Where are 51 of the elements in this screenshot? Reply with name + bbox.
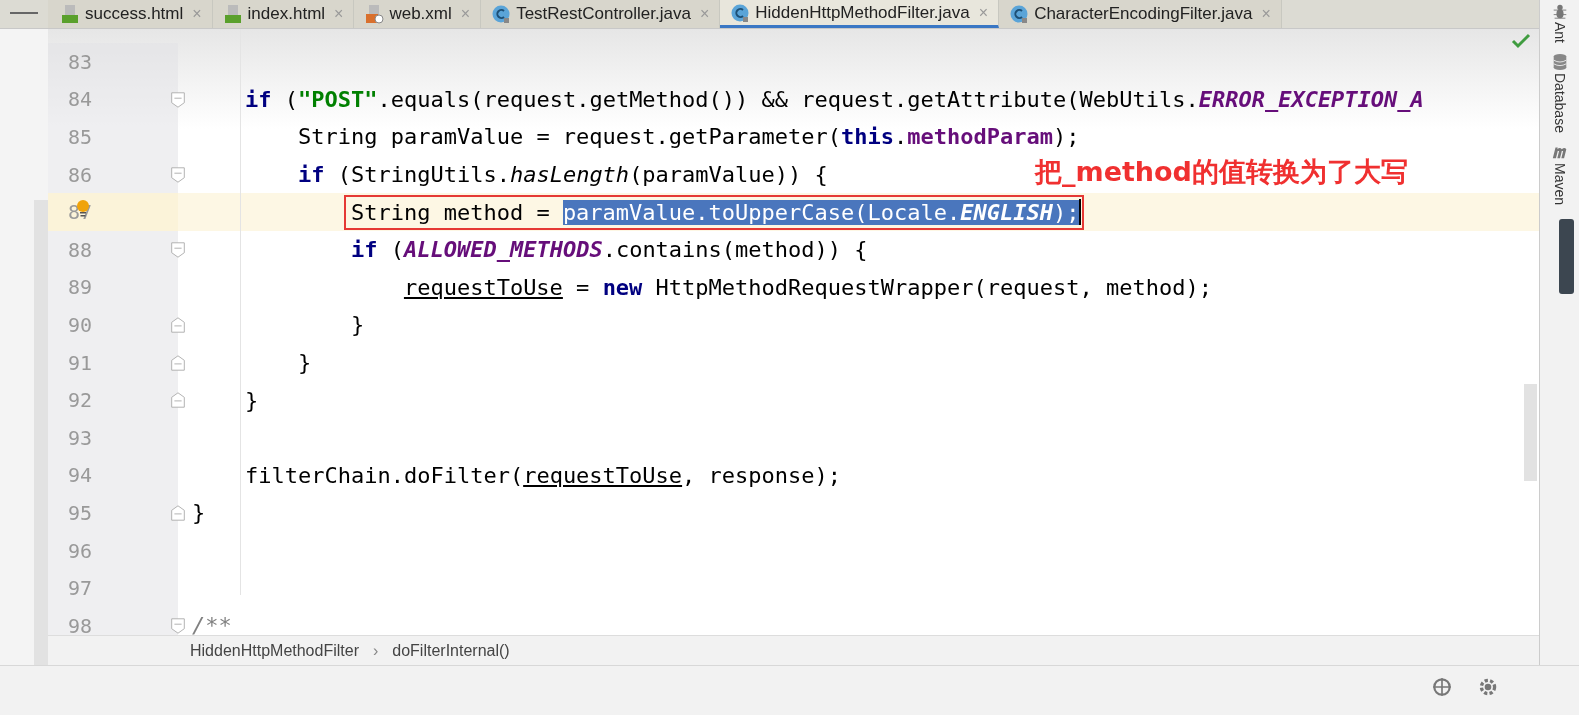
line-number: 86	[48, 155, 178, 194]
line-number: 88	[48, 230, 178, 269]
line-number: 94	[48, 456, 178, 495]
code-line: /**	[192, 613, 232, 635]
tool-window-button[interactable]: Maven	[1550, 142, 1569, 205]
breadcrumb-separator: ›	[372, 641, 379, 660]
editor-tab[interactable]: TestRestController.java ×	[481, 0, 721, 28]
line-number: 91	[48, 343, 178, 382]
tool-window-button[interactable]: Database	[1550, 53, 1569, 133]
editor-tab[interactable]: success.html ×	[48, 0, 213, 28]
tool-window-button[interactable]: Ant	[1550, 2, 1569, 43]
editor-tab[interactable]: CharacterEncodingFilter.java ×	[999, 0, 1282, 28]
breadcrumb-item[interactable]: doFilterInternal()	[392, 641, 510, 660]
code-line: }	[245, 387, 259, 413]
class-file-icon	[1009, 4, 1030, 24]
line-number: 85	[48, 118, 178, 156]
line-number: 83	[48, 43, 178, 81]
code-line: String method = paramValue.toUpperCase(Locale.ENGLISH);	[350, 199, 1080, 225]
breadcrumb-item[interactable]: HiddenHttpMethodFilter	[190, 641, 359, 660]
xml-file-icon	[364, 4, 385, 24]
editor-tab[interactable]: index.html ×	[212, 0, 355, 28]
checkmark-icon	[1511, 31, 1531, 51]
line-number: 96	[48, 531, 178, 570]
code-line: String paramValue = request.getParameter(this.methodParam);	[297, 124, 1080, 150]
code-line: if ("POST".equals(request.getMethod()) && request.getAttribute(WebUtils.ERROR_EXCEPTION_A	[245, 86, 1424, 112]
code-line: }	[297, 350, 312, 376]
line-number: 90	[48, 306, 178, 344]
line-number: 84	[48, 80, 178, 119]
line-number: 95	[48, 494, 178, 532]
class-file-icon	[491, 4, 512, 24]
html-file-icon	[60, 4, 80, 24]
class-file-icon	[730, 2, 751, 23]
gear-icon[interactable]	[1477, 676, 1499, 698]
editor-tab[interactable]: web.xml ×	[354, 0, 482, 28]
target-icon[interactable]	[1431, 676, 1453, 698]
code-line: filterChain.doFilter(requestToUse, response);	[245, 462, 842, 488]
line-number: 93	[48, 418, 178, 457]
scrollbar-thumb[interactable]	[1524, 384, 1537, 481]
code-line: }	[192, 500, 206, 526]
code-line: }	[350, 312, 365, 338]
code-line: requestToUse = new HttpMethodRequestWrapper(request, method);	[403, 274, 1212, 300]
code-line: if (ALLOWED_METHODS.contains(method)) {	[350, 237, 868, 263]
html-file-icon	[222, 4, 243, 24]
annotation-text: 把_method的值转换为了大写	[1035, 155, 1408, 189]
line-number: 98	[48, 606, 178, 635]
editor-tab[interactable]: HiddenHttpMethodFilter.java ×	[720, 0, 1000, 28]
line-number: 89	[48, 268, 178, 307]
line-number: 97	[48, 569, 178, 607]
line-number: 92	[48, 381, 178, 419]
text-caret	[1079, 199, 1082, 226]
code-line: if (StringUtils.hasLength(paramValue)) {	[297, 162, 828, 188]
